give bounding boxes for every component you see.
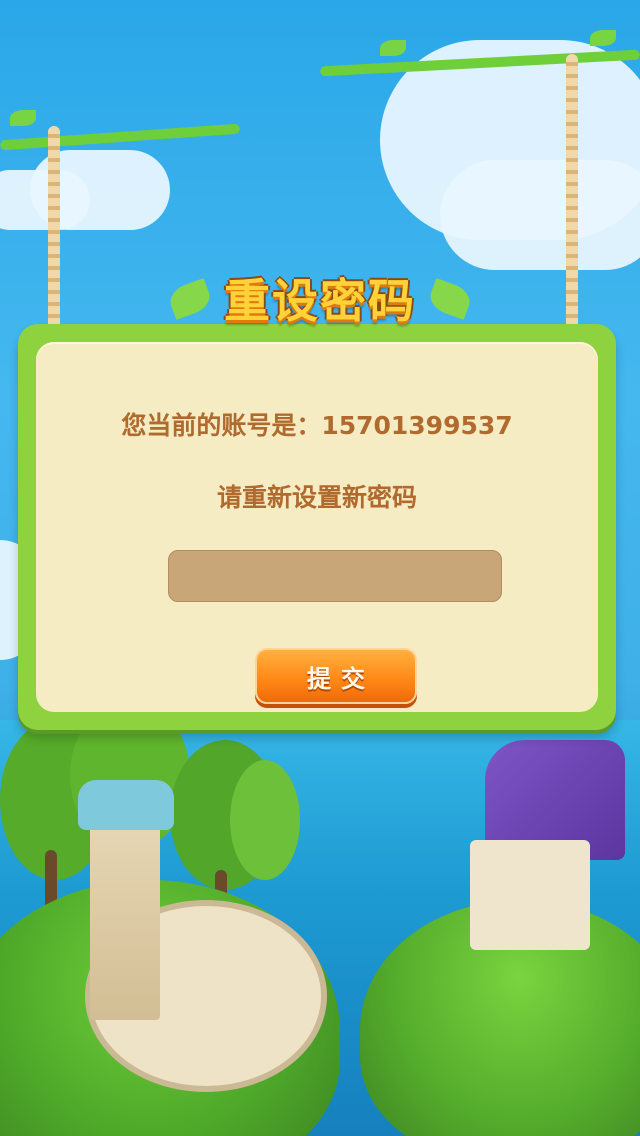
new-password-input[interactable]	[168, 550, 502, 602]
vine	[0, 123, 241, 151]
new-password-prompt: 请重新设置新密码	[216, 483, 417, 512]
dialog-title: 重设密码	[224, 274, 416, 328]
tree	[230, 760, 300, 880]
fountain-tower-cap	[78, 780, 174, 830]
leaf	[10, 110, 36, 126]
fountain-tower	[90, 800, 160, 1020]
rope	[48, 126, 60, 356]
cloud	[440, 160, 640, 270]
dialog-content: 您当前的账号是：15701399537 请重新设置新密码 提交	[36, 342, 598, 712]
dialog-title-banner: 重设密码	[166, 268, 474, 338]
reset-password-dialog: 您当前的账号是：15701399537 请重新设置新密码 提交	[18, 324, 616, 730]
leaf	[590, 30, 616, 46]
cloud	[0, 170, 90, 230]
house	[470, 840, 590, 950]
submit-button[interactable]: 提交	[255, 648, 417, 704]
rope	[566, 54, 578, 354]
leaf	[380, 40, 406, 56]
account-label: 您当前的账号是：15701399537	[121, 411, 513, 440]
